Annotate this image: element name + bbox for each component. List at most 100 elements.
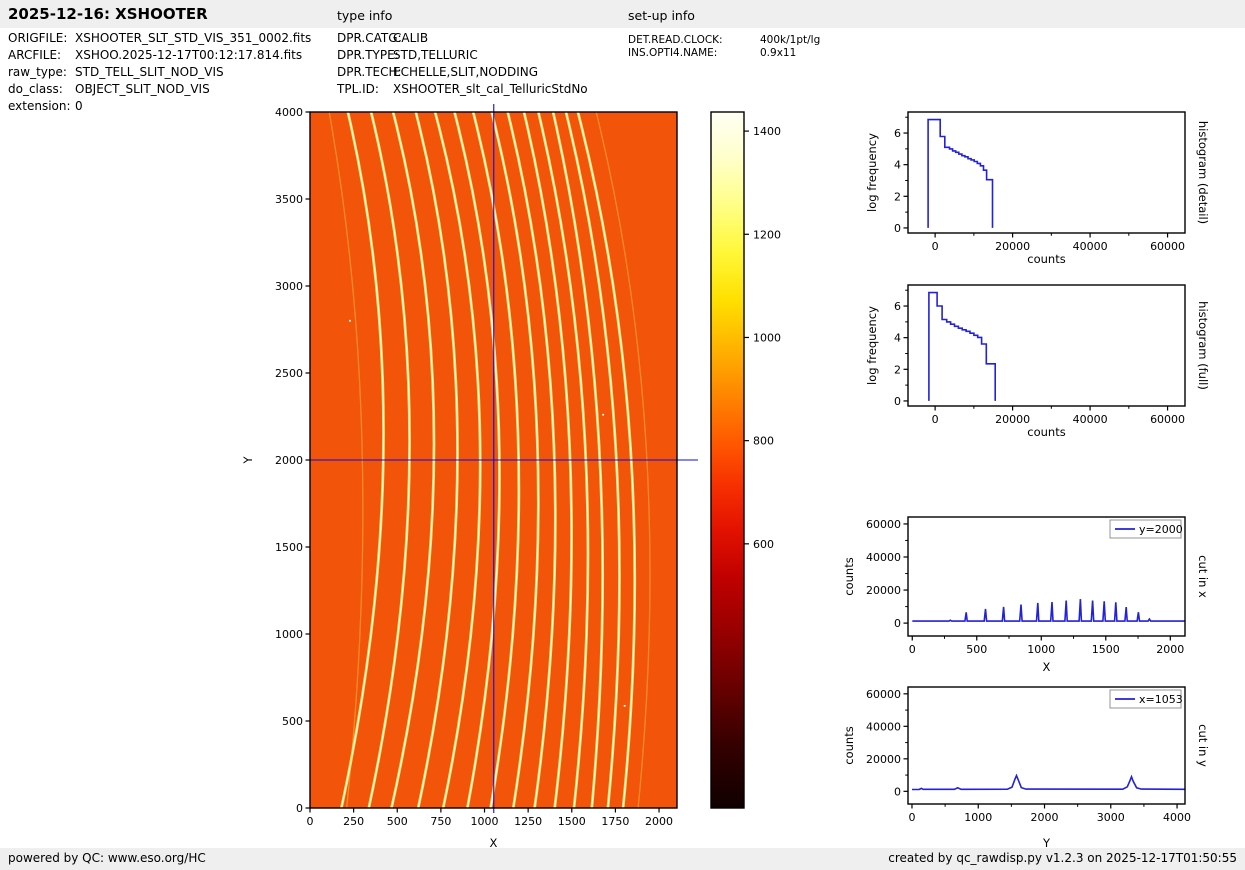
svg-text:40000: 40000 xyxy=(1073,240,1108,253)
x-axis-label: X xyxy=(1043,660,1051,674)
info-label: raw_type: xyxy=(8,65,75,79)
svg-text:60000: 60000 xyxy=(866,688,901,701)
info-label: DET.READ.CLOCK: xyxy=(628,34,760,46)
x-axis-label: counts xyxy=(1027,425,1065,439)
svg-text:2000: 2000 xyxy=(1156,643,1184,656)
info-value: 400k/1pt/lg xyxy=(760,34,820,46)
colorbar-tick-label: 1400 xyxy=(753,125,781,138)
cut-in-y-panel: 010002000300040000200004000060000Ycounts… xyxy=(842,687,1210,850)
svg-text:20000: 20000 xyxy=(995,413,1030,426)
svg-text:2500: 2500 xyxy=(275,367,303,380)
svg-text:20000: 20000 xyxy=(866,584,901,597)
svg-text:0: 0 xyxy=(932,413,939,426)
setup-info-list: DET.READ.CLOCK:400k/1pt/lgINS.OPTI4.NAME… xyxy=(628,34,820,60)
x-axis-label: counts xyxy=(1027,252,1065,266)
svg-text:1000: 1000 xyxy=(471,815,499,828)
colorbar-tick-label: 600 xyxy=(753,538,774,551)
svg-text:6: 6 xyxy=(894,127,901,140)
svg-text:4: 4 xyxy=(894,332,901,345)
info-label: DPR.TYPE: xyxy=(337,48,393,62)
legend-label: y=2000 xyxy=(1139,523,1183,536)
legend-box: x=1053 xyxy=(1110,690,1183,708)
type-info-heading: type info xyxy=(337,8,392,23)
svg-text:60000: 60000 xyxy=(1150,240,1185,253)
footer-bar: powered by QC: www.eso.org/HC created by… xyxy=(0,848,1245,870)
svg-text:0: 0 xyxy=(894,785,901,798)
svg-text:20000: 20000 xyxy=(866,753,901,766)
info-value: XSHOO.2025-12-17T00:12:17.814.fits xyxy=(75,48,302,62)
y-axis-label: Y xyxy=(241,456,255,465)
info-value: OBJECT_SLIT_NOD_VIS xyxy=(75,82,210,96)
svg-text:0: 0 xyxy=(307,815,314,828)
svg-text:2: 2 xyxy=(894,190,901,203)
info-value: STD,TELLURIC xyxy=(393,48,478,62)
svg-text:0: 0 xyxy=(909,643,916,656)
figure-canvas: 0250500750100012501500175020000500100015… xyxy=(0,0,1245,870)
svg-text:250: 250 xyxy=(343,815,364,828)
histogram-full-panel: 02000040000600000246countslog frequencyh… xyxy=(865,285,1210,439)
right-side-label: histogram (full) xyxy=(1196,301,1210,390)
svg-text:40000: 40000 xyxy=(866,551,901,564)
y-axis-label: log frequency xyxy=(865,133,879,212)
svg-text:1500: 1500 xyxy=(1092,643,1120,656)
raw-image-panel: 0250500750100012501500175020000500100015… xyxy=(241,104,698,850)
svg-text:2000: 2000 xyxy=(1031,811,1059,824)
svg-text:0: 0 xyxy=(894,617,901,630)
svg-text:0: 0 xyxy=(296,802,303,815)
svg-text:1000: 1000 xyxy=(964,811,992,824)
info-row: DPR.TYPE:STD,TELLURIC xyxy=(337,48,588,65)
info-label: DPR.CATG: xyxy=(337,31,393,45)
right-side-label: cut in y xyxy=(1196,724,1210,767)
svg-text:4000: 4000 xyxy=(1163,811,1191,824)
info-label: extension: xyxy=(8,99,75,113)
colorbar-tick-label: 1200 xyxy=(753,228,781,241)
svg-text:500: 500 xyxy=(966,643,987,656)
cut-in-x-panel: 05001000150020000200004000060000Xcountsc… xyxy=(842,517,1210,674)
info-value: XSHOOTER_slt_cal_TelluricStdNo xyxy=(393,82,588,96)
svg-text:40000: 40000 xyxy=(1073,413,1108,426)
right-side-label: histogram (detail) xyxy=(1196,121,1210,224)
info-value: 0.9x11 xyxy=(760,47,796,59)
file-info-list: ORIGFILE:XSHOOTER_SLT_STD_VIS_351_0002.f… xyxy=(8,31,311,116)
info-row: INS.OPTI4.NAME:0.9x11 xyxy=(628,47,820,60)
svg-text:1000: 1000 xyxy=(275,628,303,641)
svg-text:20000: 20000 xyxy=(995,240,1030,253)
info-row: TPL.ID:XSHOOTER_slt_cal_TelluricStdNo xyxy=(337,82,588,99)
info-label: DPR.TECH: xyxy=(337,65,393,79)
svg-text:0: 0 xyxy=(894,395,901,408)
y-axis-label: counts xyxy=(842,557,856,595)
info-row: do_class:OBJECT_SLIT_NOD_VIS xyxy=(8,82,311,99)
info-value: 0 xyxy=(75,99,83,113)
svg-text:40000: 40000 xyxy=(866,720,901,733)
info-label: TPL.ID: xyxy=(337,82,393,96)
svg-text:500: 500 xyxy=(387,815,408,828)
info-label: do_class: xyxy=(8,82,75,96)
footer-created-by: created by qc_rawdisp.py v1.2.3 on 2025-… xyxy=(888,851,1237,865)
svg-text:750: 750 xyxy=(430,815,451,828)
svg-text:2000: 2000 xyxy=(645,815,673,828)
svg-text:60000: 60000 xyxy=(1150,413,1185,426)
qc-report-page: 2025-12-16: XSHOOTER type info set-up in… xyxy=(0,0,1245,870)
info-row: DPR.CATG:CALIB xyxy=(337,31,588,48)
info-row: ORIGFILE:XSHOOTER_SLT_STD_VIS_351_0002.f… xyxy=(8,31,311,48)
info-row: extension:0 xyxy=(8,99,311,116)
svg-text:3000: 3000 xyxy=(275,280,303,293)
info-row: DPR.TECH:ECHELLE,SLIT,NODDING xyxy=(337,65,588,82)
svg-text:0: 0 xyxy=(894,222,901,235)
svg-text:60000: 60000 xyxy=(866,518,901,531)
footer-powered-by: powered by QC: www.eso.org/HC xyxy=(8,851,206,865)
svg-text:3500: 3500 xyxy=(275,193,303,206)
svg-text:0: 0 xyxy=(932,240,939,253)
svg-text:1250: 1250 xyxy=(514,815,542,828)
info-label: ORIGFILE: xyxy=(8,31,75,45)
info-label: INS.OPTI4.NAME: xyxy=(628,47,760,59)
info-value: ECHELLE,SLIT,NODDING xyxy=(393,65,538,79)
svg-text:3000: 3000 xyxy=(1097,811,1125,824)
y-axis-label: counts xyxy=(842,726,856,764)
colorbar-panel: 140012001000800600 xyxy=(711,112,781,808)
svg-text:6: 6 xyxy=(894,300,901,313)
svg-text:1000: 1000 xyxy=(1027,643,1055,656)
info-row: raw_type:STD_TELL_SLIT_NOD_VIS xyxy=(8,65,311,82)
svg-text:1750: 1750 xyxy=(601,815,629,828)
colorbar-tick-label: 800 xyxy=(753,435,774,448)
